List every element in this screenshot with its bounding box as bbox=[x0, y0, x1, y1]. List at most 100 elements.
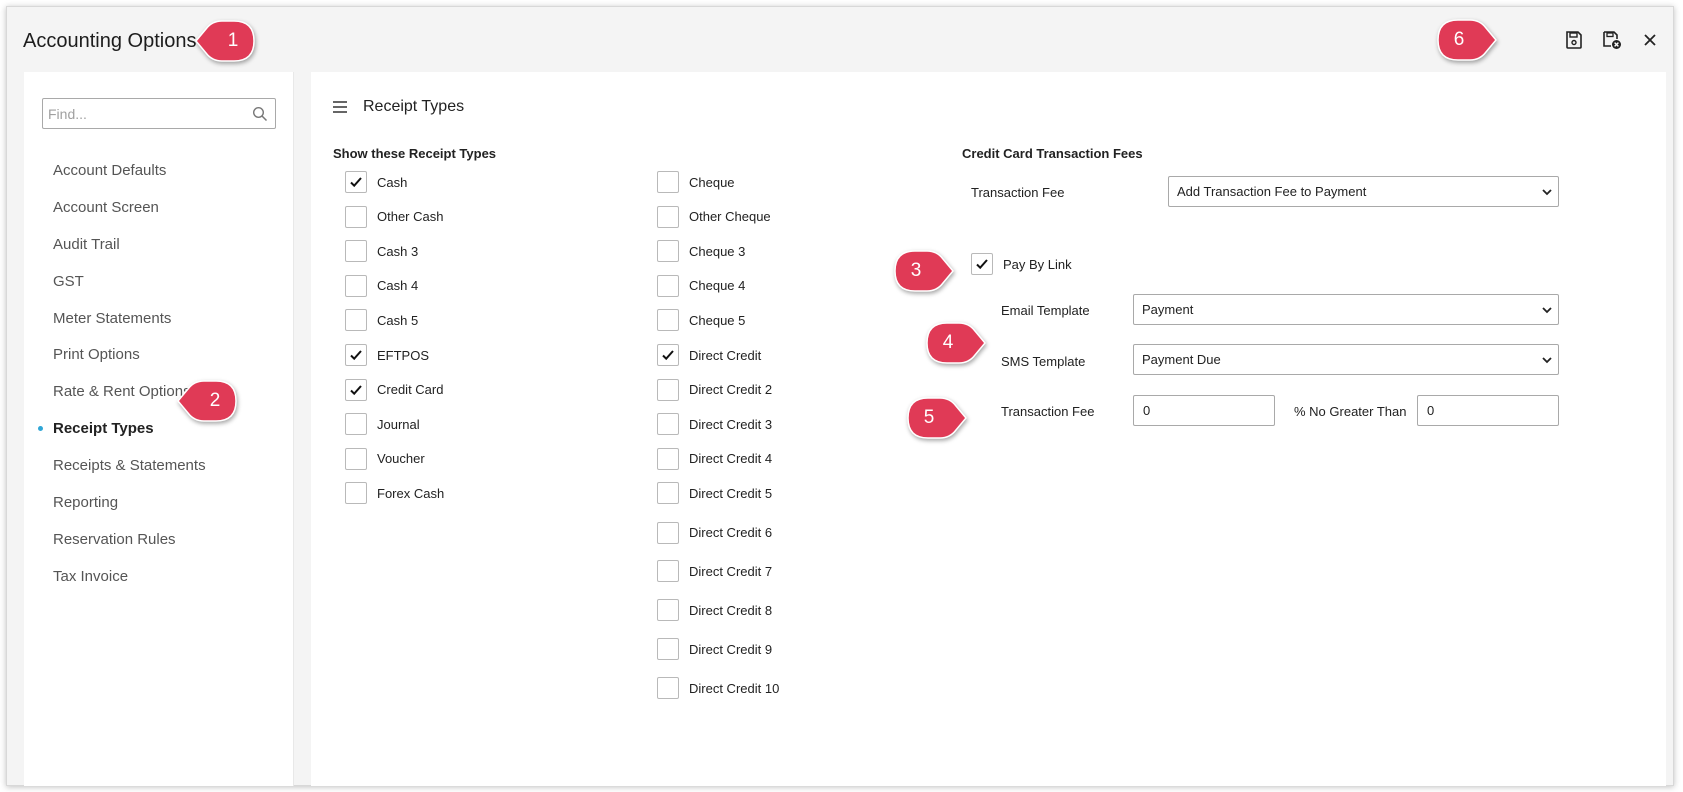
receipt-type-checkbox[interactable] bbox=[345, 482, 367, 505]
receipt-type-label: Cheque 5 bbox=[689, 312, 746, 328]
receipt-type-row-cheque-3[interactable]: Cheque 3 bbox=[657, 239, 745, 263]
receipt-type-label: Cash bbox=[377, 174, 408, 190]
search-input[interactable] bbox=[43, 99, 252, 128]
close-button[interactable] bbox=[1638, 28, 1662, 52]
search-icon[interactable] bbox=[252, 106, 268, 122]
receipt-type-checkbox[interactable] bbox=[657, 309, 679, 332]
receipt-type-row-cheque[interactable]: Cheque bbox=[657, 170, 735, 194]
callout-number: 1 bbox=[227, 30, 239, 51]
checkmark-icon bbox=[976, 259, 988, 270]
callout-number: 4 bbox=[942, 332, 954, 353]
receipt-type-label: EFTPOS bbox=[377, 347, 430, 363]
callout-marker-5: 5 bbox=[906, 397, 967, 439]
receipt-type-row-direct-credit-7[interactable]: Direct Credit 7 bbox=[657, 559, 772, 583]
link-transaction-fee-input[interactable]: 0 bbox=[1133, 395, 1275, 426]
save-button[interactable] bbox=[1562, 28, 1586, 52]
receipt-type-row-direct-credit-10[interactable]: Direct Credit 10 bbox=[657, 676, 779, 700]
callout-marker-6: 6 bbox=[1436, 19, 1497, 61]
sidebar-item-audit-trail[interactable]: Audit Trail bbox=[24, 226, 294, 263]
main-header: Receipt Types bbox=[333, 98, 464, 116]
receipt-type-row-direct-credit-9[interactable]: Direct Credit 9 bbox=[657, 637, 772, 661]
sidebar-item-meter-statements[interactable]: Meter Statements bbox=[24, 300, 294, 337]
callout-marker-4: 4 bbox=[925, 322, 986, 364]
receipt-type-checkbox[interactable] bbox=[657, 378, 679, 401]
receipt-type-label: Cash 3 bbox=[377, 243, 419, 259]
receipt-type-label: Cheque 3 bbox=[689, 243, 746, 259]
window-title: Accounting Options bbox=[23, 30, 197, 52]
receipt-type-row-direct-credit-8[interactable]: Direct Credit 8 bbox=[657, 598, 772, 622]
receipt-type-row-credit-card[interactable]: Credit Card bbox=[345, 378, 443, 402]
receipt-type-row-forex-cash[interactable]: Forex Cash bbox=[345, 481, 444, 505]
receipt-type-row-direct-credit-5[interactable]: Direct Credit 5 bbox=[657, 481, 772, 505]
callout-marker-3: 3 bbox=[893, 250, 954, 292]
receipt-type-label: Voucher bbox=[377, 451, 425, 467]
receipt-type-label: Forex Cash bbox=[377, 485, 445, 501]
pay-by-link-checkbox-row[interactable]: Pay By Link bbox=[971, 252, 1072, 276]
receipt-type-checkbox[interactable] bbox=[345, 205, 367, 228]
transaction-fee-label: Transaction Fee bbox=[971, 185, 1065, 200]
receipt-type-checkbox[interactable] bbox=[657, 638, 679, 660]
receipt-type-checkbox[interactable] bbox=[345, 344, 367, 366]
save-and-close-button[interactable] bbox=[1600, 28, 1624, 52]
receipt-type-row-cash-5[interactable]: Cash 5 bbox=[345, 308, 418, 332]
receipt-type-checkbox[interactable] bbox=[657, 599, 679, 621]
sidebar-item-rate-rent-options[interactable]: Rate & Rent Options bbox=[24, 373, 294, 410]
receipt-type-checkbox[interactable] bbox=[657, 274, 679, 297]
receipt-type-row-cheque-4[interactable]: Cheque 4 bbox=[657, 274, 745, 298]
receipt-type-checkbox[interactable] bbox=[657, 205, 679, 228]
receipt-type-row-cash-4[interactable]: Cash 4 bbox=[345, 274, 418, 298]
page-title: Receipt Types bbox=[363, 98, 465, 115]
receipt-type-checkbox[interactable] bbox=[657, 560, 679, 582]
receipt-type-checkbox[interactable] bbox=[657, 171, 679, 193]
receipt-type-row-voucher[interactable]: Voucher bbox=[345, 447, 425, 471]
receipt-type-row-eftpos[interactable]: EFTPOS bbox=[345, 343, 429, 367]
receipt-type-checkbox[interactable] bbox=[657, 413, 679, 436]
sidebar-item-account-screen[interactable]: Account Screen bbox=[24, 189, 294, 226]
receipt-type-row-cash[interactable]: Cash bbox=[345, 170, 407, 194]
receipt-type-checkbox[interactable] bbox=[345, 240, 367, 263]
sidebar-item-reservation-rules[interactable]: Reservation Rules bbox=[24, 521, 294, 558]
receipt-type-checkbox[interactable] bbox=[657, 447, 679, 470]
receipt-type-checkbox[interactable] bbox=[657, 677, 679, 699]
pay-by-link-checkbox[interactable] bbox=[971, 253, 993, 275]
receipt-type-checkbox[interactable] bbox=[345, 274, 367, 297]
sidebar-item-print-options[interactable]: Print Options bbox=[24, 336, 294, 373]
sidebar-item-tax-invoice[interactable]: Tax Invoice bbox=[24, 558, 294, 595]
sidebar-item-receipts-statements[interactable]: Receipts & Statements bbox=[24, 447, 294, 484]
link-transaction-fee-label: Transaction Fee bbox=[1001, 404, 1095, 419]
receipt-type-row-other-cash[interactable]: Other Cash bbox=[345, 205, 443, 229]
receipt-type-row-cheque-5[interactable]: Cheque 5 bbox=[657, 308, 745, 332]
receipt-type-checkbox[interactable] bbox=[345, 378, 367, 401]
receipt-type-row-journal[interactable]: Journal bbox=[345, 412, 420, 436]
receipt-type-row-direct-credit[interactable]: Direct Credit bbox=[657, 343, 761, 367]
receipt-type-row-direct-credit-2[interactable]: Direct Credit 2 bbox=[657, 378, 772, 402]
sidebar-item-reporting[interactable]: Reporting bbox=[24, 484, 294, 521]
sidebar-item-receipt-types[interactable]: Receipt Types bbox=[24, 410, 294, 447]
transaction-fee-select[interactable]: Add Transaction Fee to Payment bbox=[1168, 176, 1559, 207]
receipt-type-row-direct-credit-3[interactable]: Direct Credit 3 bbox=[657, 412, 772, 436]
sidebar-item-account-defaults[interactable]: Account Defaults bbox=[24, 152, 294, 189]
receipt-type-label: Direct Credit 4 bbox=[689, 451, 773, 467]
hamburger-menu-icon[interactable] bbox=[333, 101, 347, 113]
email-template-select[interactable]: Payment bbox=[1133, 294, 1559, 325]
sms-template-select[interactable]: Payment Due bbox=[1133, 344, 1559, 375]
receipt-type-checkbox[interactable] bbox=[345, 171, 367, 193]
sidebar-item-gst[interactable]: GST bbox=[24, 263, 294, 300]
receipt-type-row-direct-credit-4[interactable]: Direct Credit 4 bbox=[657, 447, 772, 471]
receipt-type-row-cash-3[interactable]: Cash 3 bbox=[345, 239, 418, 263]
no-greater-than-input[interactable]: 0 bbox=[1417, 395, 1559, 426]
email-template-value: Payment bbox=[1142, 302, 1194, 317]
receipt-type-checkbox[interactable] bbox=[345, 413, 367, 436]
receipt-type-label: Journal bbox=[377, 416, 420, 432]
receipt-type-checkbox[interactable] bbox=[657, 344, 679, 366]
receipt-type-checkbox[interactable] bbox=[345, 309, 367, 332]
receipt-type-checkbox[interactable] bbox=[657, 240, 679, 263]
receipt-type-checkbox[interactable] bbox=[657, 482, 679, 505]
receipt-type-checkbox[interactable] bbox=[345, 447, 367, 470]
receipt-type-checkbox[interactable] bbox=[657, 521, 679, 544]
receipt-type-row-other-cheque[interactable]: Other Cheque bbox=[657, 205, 771, 229]
receipt-type-row-direct-credit-6[interactable]: Direct Credit 6 bbox=[657, 521, 772, 545]
callout-number: 2 bbox=[209, 390, 221, 411]
receipt-type-label: Credit Card bbox=[377, 382, 444, 398]
receipt-type-label: Direct Credit 3 bbox=[689, 416, 773, 432]
